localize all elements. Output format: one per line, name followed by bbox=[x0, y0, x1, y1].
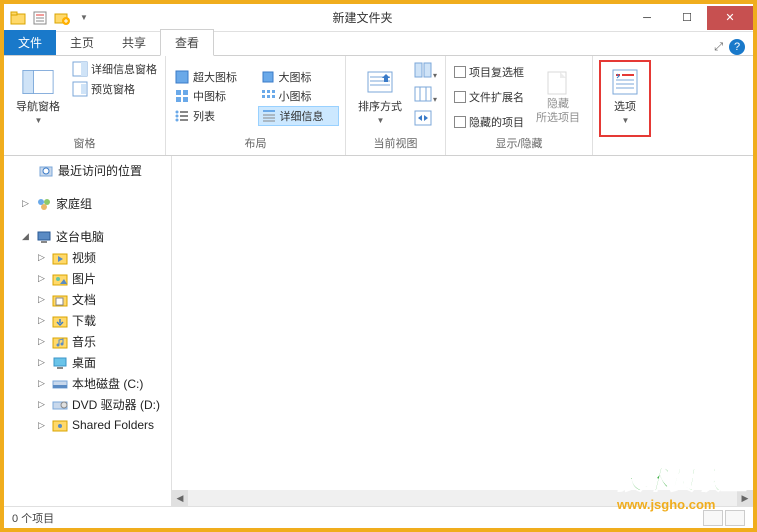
options-highlight: 选项 ▼ bbox=[599, 60, 651, 137]
ribbon-tabs: 文件 主页 共享 查看 ⤢ ? bbox=[4, 32, 753, 56]
window-controls: ─ ☐ ✕ bbox=[627, 6, 753, 30]
content-pane[interactable]: ◀ ▶ bbox=[172, 156, 753, 506]
file-extensions-toggle[interactable]: 文件扩展名 bbox=[452, 88, 526, 106]
minimize-button[interactable]: ─ bbox=[627, 6, 667, 30]
tree-item-pictures[interactable]: ▷ 图片 bbox=[4, 268, 171, 289]
options-button[interactable]: 选项 ▼ bbox=[603, 64, 647, 129]
tree-item-documents[interactable]: ▷ 文档 bbox=[4, 289, 171, 310]
add-columns-icon[interactable]: ▾ bbox=[414, 86, 437, 107]
thumbnails-view-icon[interactable] bbox=[725, 510, 745, 526]
status-bar: 0 个项目 bbox=[4, 506, 753, 528]
ribbon-group-layout: 超大图标 大图标 中图标 小图标 列表 bbox=[166, 56, 346, 155]
size-columns-icon[interactable] bbox=[414, 110, 437, 131]
help-icon[interactable]: ? bbox=[729, 39, 745, 55]
current-view-group-label: 当前视图 bbox=[352, 133, 439, 153]
title-bar: ▼ 新建文件夹 ─ ☐ ✕ bbox=[4, 4, 753, 32]
tree-item-desktop[interactable]: ▷ 桌面 bbox=[4, 352, 171, 373]
chevron-down-icon: ▼ bbox=[35, 116, 43, 125]
details-pane-button[interactable]: 详细信息窗格 bbox=[70, 60, 159, 78]
explorer-body: 最近访问的位置 ▷ 家庭组 ◢ 这台电脑 ▷ 视频 ▷ 图片 ▷ 文档 bbox=[4, 156, 753, 506]
properties-icon[interactable] bbox=[30, 8, 50, 28]
new-folder-icon[interactable] bbox=[52, 8, 72, 28]
minimize-ribbon-icon[interactable]: ⤢ bbox=[714, 41, 723, 54]
ribbon-group-panes: 导航窗格 ▼ 详细信息窗格 预览窗格 窗格 bbox=[4, 56, 166, 155]
hide-selected-button[interactable]: 隐藏 所选项目 bbox=[530, 60, 586, 133]
hidden-items-toggle[interactable]: 隐藏的项目 bbox=[452, 113, 526, 131]
tab-home[interactable]: 主页 bbox=[56, 30, 108, 55]
details-view-icon[interactable] bbox=[703, 510, 723, 526]
tree-item-downloads[interactable]: ▷ 下载 bbox=[4, 310, 171, 331]
qat-dropdown[interactable]: ▼ bbox=[74, 8, 94, 28]
preview-pane-button[interactable]: 预览窗格 bbox=[70, 80, 159, 98]
ribbon-group-current-view: 排序方式 ▼ ▾ ▾ 当前视图 bbox=[346, 56, 446, 155]
layout-group-label: 布局 bbox=[172, 133, 339, 153]
ribbon: 导航窗格 ▼ 详细信息窗格 预览窗格 窗格 超大图标 bbox=[4, 56, 753, 156]
maximize-button[interactable]: ☐ bbox=[667, 6, 707, 30]
scroll-left-icon[interactable]: ◀ bbox=[172, 490, 188, 506]
tree-item-local-disk[interactable]: ▷ 本地磁盘 (C:) bbox=[4, 373, 171, 394]
layout-medium[interactable]: 中图标 bbox=[172, 87, 252, 105]
show-hide-group-label: 显示/隐藏 bbox=[452, 133, 586, 153]
item-count: 0 个项目 bbox=[12, 510, 54, 526]
sort-by-button[interactable]: 排序方式 ▼ bbox=[352, 60, 408, 133]
navigation-pane-button[interactable]: 导航窗格 ▼ bbox=[10, 60, 66, 133]
close-button[interactable]: ✕ bbox=[707, 6, 753, 30]
tree-item-shared-folders[interactable]: ▷ Shared Folders bbox=[4, 415, 171, 435]
navigation-tree[interactable]: 最近访问的位置 ▷ 家庭组 ◢ 这台电脑 ▷ 视频 ▷ 图片 ▷ 文档 bbox=[4, 156, 172, 506]
folder-icon[interactable] bbox=[8, 8, 28, 28]
layout-small[interactable]: 小图标 bbox=[258, 87, 340, 105]
ribbon-group-show-hide: 项目复选框 文件扩展名 隐藏的项目 隐藏 所选项目 显示/隐藏 bbox=[446, 56, 593, 155]
collapse-icon[interactable]: ◢ bbox=[22, 231, 32, 242]
layout-large[interactable]: 大图标 bbox=[258, 68, 340, 86]
horizontal-scrollbar[interactable]: ◀ ▶ bbox=[172, 490, 753, 506]
group-by-icon[interactable]: ▾ bbox=[414, 62, 437, 83]
chevron-down-icon: ▼ bbox=[622, 116, 630, 125]
expand-icon[interactable]: ▷ bbox=[22, 198, 32, 209]
layout-details[interactable]: 详细信息 bbox=[258, 106, 340, 126]
tab-file[interactable]: 文件 bbox=[4, 30, 56, 55]
layout-extra-large[interactable]: 超大图标 bbox=[172, 68, 252, 86]
layout-list[interactable]: 列表 bbox=[172, 106, 252, 126]
ribbon-group-options: 选项 ▼ bbox=[593, 56, 657, 155]
tab-share[interactable]: 共享 bbox=[108, 30, 160, 55]
item-checkboxes-toggle[interactable]: 项目复选框 bbox=[452, 63, 526, 81]
chevron-down-icon: ▼ bbox=[377, 116, 385, 125]
tree-item-music[interactable]: ▷ 音乐 bbox=[4, 331, 171, 352]
tree-item-dvd[interactable]: ▷ DVD 驱动器 (D:) bbox=[4, 394, 171, 415]
nav-pane-label: 导航窗格 bbox=[16, 98, 60, 114]
tree-item-recent[interactable]: 最近访问的位置 bbox=[4, 160, 171, 181]
tree-item-videos[interactable]: ▷ 视频 bbox=[4, 247, 171, 268]
scroll-right-icon[interactable]: ▶ bbox=[737, 490, 753, 506]
tab-view[interactable]: 查看 bbox=[160, 29, 214, 56]
panes-group-label: 窗格 bbox=[10, 133, 159, 153]
quick-access-toolbar: ▼ bbox=[4, 8, 98, 28]
tree-item-homegroup[interactable]: ▷ 家庭组 bbox=[4, 193, 171, 214]
window-title: 新建文件夹 bbox=[98, 9, 627, 26]
tree-item-this-pc[interactable]: ◢ 这台电脑 bbox=[4, 226, 171, 247]
